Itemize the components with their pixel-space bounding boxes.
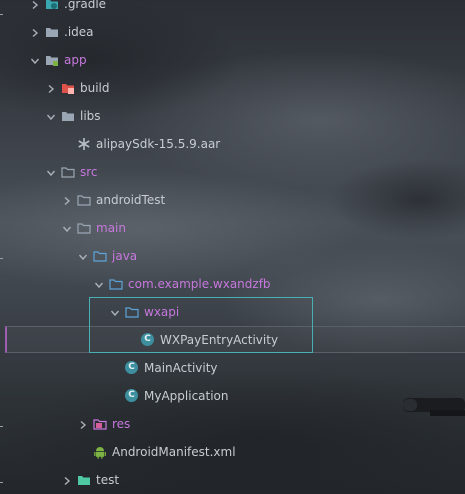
tree-row-wxapi[interactable]: wxapi [0,298,465,326]
chevron-down-icon[interactable] [30,55,40,65]
tree-row-build[interactable]: build [0,74,465,102]
tree-item-label: res [112,417,131,431]
tree-item-label: com.example.wxandzfb [128,277,271,291]
folder-excluded-icon [61,81,75,95]
tree-item-label: main [96,221,126,235]
chevron-right-icon[interactable] [78,419,88,430]
folder-outline-icon [77,193,91,207]
tree-row-res[interactable]: res [0,410,465,438]
chevron-down-icon[interactable] [46,111,56,121]
tree-item-label: test [96,473,120,487]
tree-item-label: src [80,165,98,179]
chevron-right-icon[interactable] [62,475,72,486]
tree-item-label: app [64,53,87,67]
edge-tick [0,14,3,15]
tree-item-label: alipaySdk-15.5.9.aar [96,137,221,151]
class-icon: C [141,333,154,346]
tree-item-label: .idea [64,25,94,39]
tree-item-label: wxapi [144,305,180,319]
folder-gradle-icon [45,0,59,11]
folder-source-icon [93,249,107,263]
chevron-right-icon[interactable] [46,83,56,94]
project-tree: .gradle .idea app build libs alipaySdk-15.5.9… [0,0,465,494]
chevron-down-icon[interactable] [78,251,88,261]
tree-row-alipaysdk-15-5-9-aar[interactable]: alipaySdk-15.5.9.aar [0,130,465,158]
folder-outline-icon [61,165,75,179]
tree-row-gradle[interactable]: .gradle [0,0,465,18]
chevron-right-icon[interactable] [62,195,72,206]
folder-icon [61,109,75,123]
tree-row-test[interactable]: test [0,466,465,494]
tree-row-idea[interactable]: .idea [0,18,465,46]
tree-row-libs[interactable]: libs [0,102,465,130]
tree-row-com-example-wxandzfb[interactable]: com.example.wxandzfb [0,270,465,298]
folder-test-icon [77,473,91,487]
tree-row-java[interactable]: java [0,242,465,270]
edge-tick [0,482,3,483]
chevron-right-icon[interactable] [30,27,40,38]
class-icon: C [125,361,138,374]
edge-tick [0,426,3,427]
tree-item-label: WXPayEntryActivity [160,333,279,347]
tree-item-label: libs [80,109,101,123]
class-icon: C [125,389,138,402]
tree-item-label: androidTest [96,193,166,207]
tree-item-label: build [80,81,110,95]
tree-row-androidmanifest-xml[interactable]: AndroidManifest.xml [0,438,465,466]
tree-row-app[interactable]: app [0,46,465,74]
tree-row-myapplication[interactable]: C MyApplication [0,382,465,410]
chevron-down-icon[interactable] [62,223,72,233]
tree-item-label: MyApplication [144,389,229,403]
tree-item-label: MainActivity [144,361,218,375]
tree-row-mainactivity[interactable]: C MainActivity [0,354,465,382]
folder-icon [45,25,59,39]
edge-tick [0,258,3,259]
package-folder-icon [125,305,139,319]
package-folder-icon [109,277,123,291]
tree-item-label: AndroidManifest.xml [112,445,236,459]
chevron-right-icon[interactable] [30,0,40,10]
tree-item-label: java [112,249,138,263]
module-folder-icon [45,53,59,67]
asterisk-file-icon [77,137,91,151]
tree-row-src[interactable]: src [0,158,465,186]
tree-row-main[interactable]: main [0,214,465,242]
tree-item-label: .gradle [64,0,107,11]
chevron-down-icon[interactable] [94,279,104,289]
chevron-down-icon[interactable] [110,307,120,317]
folder-outline-icon [77,221,91,235]
tree-row-wxpayentryactivity[interactable]: C WXPayEntryActivity [0,326,465,354]
resource-folder-icon [93,417,107,431]
tree-row-androidtest[interactable]: androidTest [0,186,465,214]
chevron-down-icon[interactable] [46,167,56,177]
android-icon [93,445,107,459]
